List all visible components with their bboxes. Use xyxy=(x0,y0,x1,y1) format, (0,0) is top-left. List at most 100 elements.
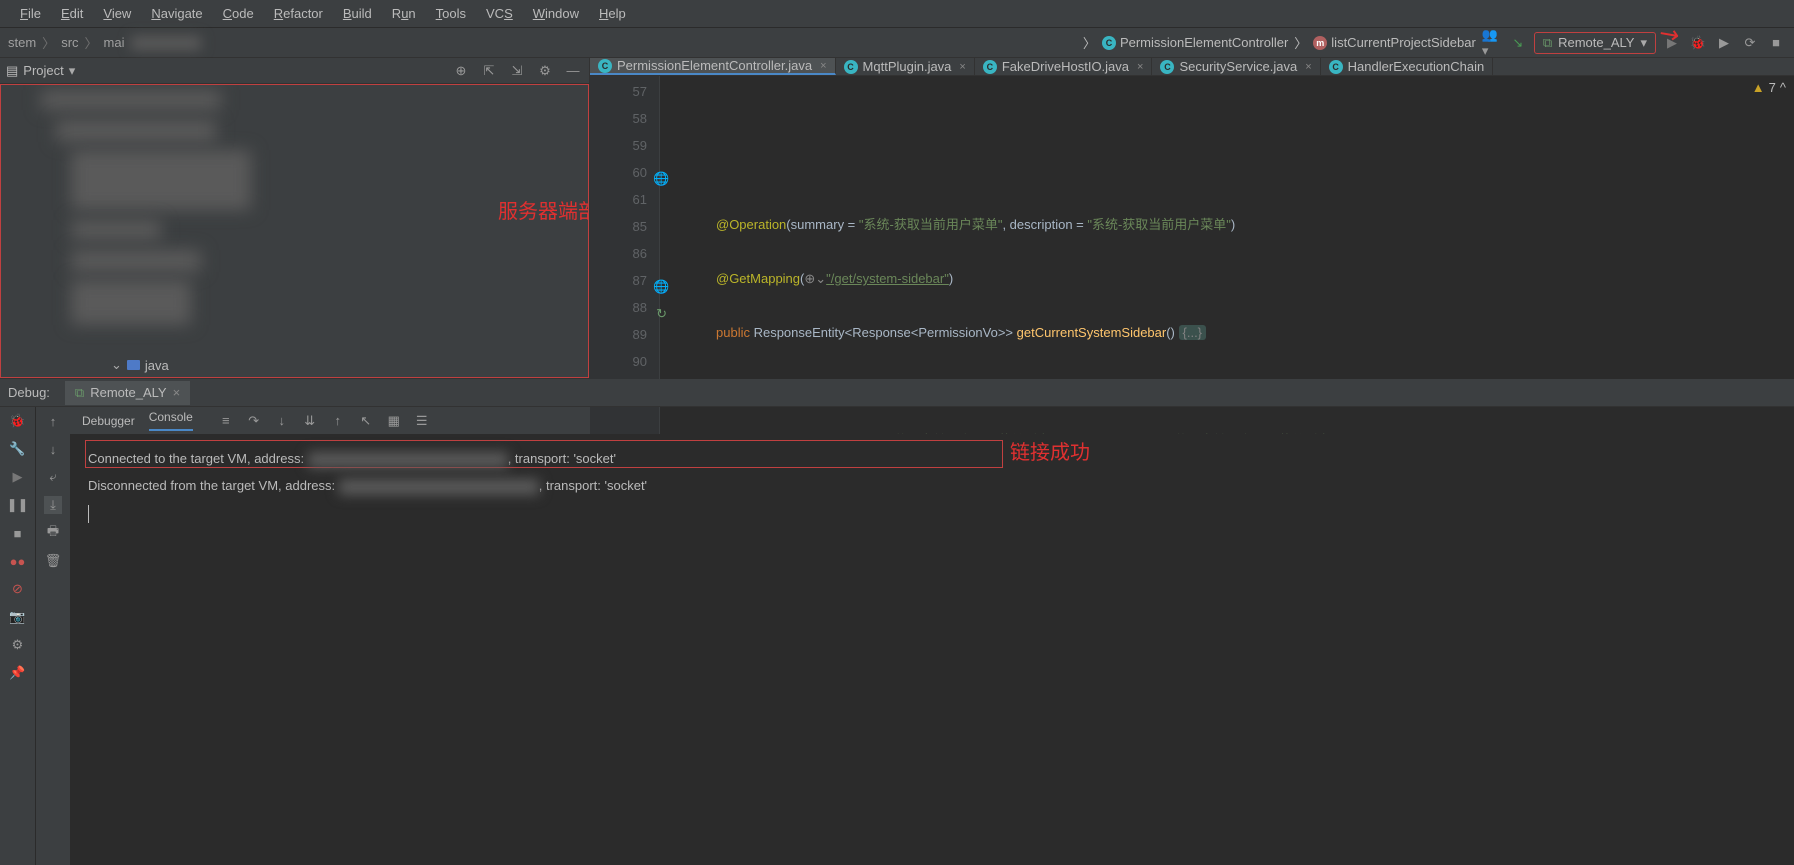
menu-run[interactable]: Run xyxy=(382,6,426,21)
soft-wrap-icon[interactable]: ⤶ xyxy=(44,468,62,486)
step-over-icon[interactable]: ≡ xyxy=(217,412,235,430)
modify-run-icon[interactable]: 🔧 xyxy=(9,440,27,458)
run-to-cursor-icon[interactable]: ▦ xyxy=(385,412,403,430)
tab-console[interactable]: Console xyxy=(149,410,193,431)
recursive-icon[interactable]: ↻ xyxy=(653,300,667,314)
project-header: ▤ Project ▾ ⊕ ⇱ ⇲ ⚙ — xyxy=(0,58,589,84)
main-content: ▤ Project ▾ ⊕ ⇱ ⇲ ⚙ — ⌄ java xyxy=(0,58,1794,378)
class-icon: C xyxy=(1329,60,1343,74)
debug-bug-icon[interactable]: 🐞 xyxy=(1688,33,1708,53)
debug-toolbar-left: 🐞 🔧 ▶ ❚❚ ■ ●● ⊘ 📷 ⚙ 📌 xyxy=(0,407,35,865)
step-into-icon[interactable]: ↷ xyxy=(245,412,263,430)
stop-icon[interactable]: ■ xyxy=(1766,33,1786,53)
users-icon[interactable]: 👥▾ xyxy=(1482,33,1502,53)
console-toolbar: ↑ ↓ ⤶ ⤓ 🖶 🗑 xyxy=(35,407,70,865)
console-output[interactable]: Connected to the target VM, address: , t… xyxy=(70,435,1794,865)
tab-fake-drive[interactable]: CFakeDriveHostIO.java× xyxy=(975,58,1153,75)
camera-icon[interactable]: 📷 xyxy=(9,608,27,626)
close-icon[interactable]: × xyxy=(1137,61,1143,73)
project-icon: ▤ xyxy=(6,63,18,79)
annotation-connect-ok: 链接成功 xyxy=(1010,440,1090,467)
tab-debugger[interactable]: Debugger xyxy=(82,414,135,428)
close-icon[interactable]: × xyxy=(173,385,181,400)
remote-icon: ⧉ xyxy=(75,385,84,401)
pause-icon[interactable]: ❚❚ xyxy=(9,496,27,514)
web-icon[interactable]: 🌐 xyxy=(653,273,667,287)
minimize-icon[interactable]: — xyxy=(563,61,583,81)
collapse-icon[interactable]: ⇱ xyxy=(479,61,499,81)
down-icon[interactable]: ↓ xyxy=(44,440,62,458)
settings-gear-icon[interactable]: ⚙ xyxy=(9,636,27,654)
menu-window[interactable]: Window xyxy=(523,6,589,21)
tab-permission-controller[interactable]: CPermissionElementController.java× xyxy=(590,58,836,75)
scroll-end-icon[interactable]: ⤓ xyxy=(44,496,62,514)
chevron-icon: ^ xyxy=(1780,80,1786,95)
chevron-down-icon: ⌄ xyxy=(111,357,122,373)
project-tree[interactable]: ⌄ java 服务器端部署的源代码 xyxy=(0,84,589,378)
step-into2-icon[interactable]: ↓ xyxy=(273,412,291,430)
print-icon[interactable]: 🖶 xyxy=(44,524,62,542)
debug-header: Debug: ⧉ Remote_ALY × xyxy=(0,379,1794,407)
menu-bar: File Edit View Navigate Code Refactor Bu… xyxy=(0,0,1794,28)
resume-icon[interactable]: ▶ xyxy=(9,468,27,486)
expand-icon[interactable]: ⇲ xyxy=(507,61,527,81)
warning-icon: ▲ xyxy=(1752,80,1765,95)
settings-gear-icon[interactable]: ⚙ xyxy=(535,61,555,81)
coverage-icon[interactable]: ▶ xyxy=(1714,33,1734,53)
clear-trash-icon[interactable]: 🗑 xyxy=(44,552,62,570)
up-icon[interactable]: ↑ xyxy=(44,412,62,430)
menu-vcs[interactable]: VCS xyxy=(476,6,523,21)
run-config-selector[interactable]: ⧉ Remote_ALY ▾ xyxy=(1534,32,1656,54)
menu-build[interactable]: Build xyxy=(333,6,382,21)
tab-mqtt-plugin[interactable]: CMqttPlugin.java× xyxy=(836,58,975,75)
menu-view[interactable]: View xyxy=(93,6,141,21)
menu-code[interactable]: Code xyxy=(213,6,264,21)
debug-label: Debug: xyxy=(8,385,50,400)
chevron-down-icon: ▾ xyxy=(69,63,76,79)
evaluate-icon[interactable]: ☰ xyxy=(413,412,431,430)
debug-session-tab[interactable]: ⧉ Remote_ALY × xyxy=(65,381,190,405)
drop-frame-icon[interactable]: ↖ xyxy=(357,412,375,430)
breadcrumb-item[interactable]: stem xyxy=(8,35,36,50)
nav-method[interactable]: mlistCurrentProjectSidebar xyxy=(1313,35,1476,50)
breadcrumb-item[interactable]: src xyxy=(61,35,78,50)
project-tool-button[interactable]: ▤ Project ▾ xyxy=(6,63,75,79)
menu-tools[interactable]: Tools xyxy=(426,6,476,21)
view-breakpoints-icon[interactable]: ●● xyxy=(9,552,27,570)
locate-icon[interactable]: ⊕ xyxy=(451,61,471,81)
pin-icon[interactable]: 📌 xyxy=(9,664,27,682)
step-out-icon[interactable]: ↑ xyxy=(329,412,347,430)
close-icon[interactable]: × xyxy=(959,61,965,73)
breadcrumb-item[interactable]: mai xyxy=(104,35,125,50)
editor-area: CPermissionElementController.java× CMqtt… xyxy=(590,58,1794,378)
breadcrumb: stem〉 src〉 mai xyxy=(8,33,201,52)
tree-item-java[interactable]: ⌄ java xyxy=(111,357,169,373)
menu-help[interactable]: Help xyxy=(589,6,636,21)
nav-class[interactable]: CPermissionElementController xyxy=(1102,35,1288,50)
menu-edit[interactable]: Edit xyxy=(51,6,93,21)
menu-file[interactable]: File xyxy=(10,6,51,21)
inspection-badge[interactable]: ▲ 7 ^ xyxy=(1752,80,1786,95)
build-hammer-icon[interactable]: ↘ xyxy=(1508,33,1528,53)
class-icon: C xyxy=(983,60,997,74)
force-step-icon[interactable]: ⇊ xyxy=(301,412,319,430)
web-icon[interactable]: 🌐 xyxy=(653,165,667,179)
class-icon: C xyxy=(1102,36,1116,50)
mute-breakpoints-icon[interactable]: ⊘ xyxy=(9,580,27,598)
menu-navigate[interactable]: Navigate xyxy=(141,6,212,21)
menu-refactor[interactable]: Refactor xyxy=(264,6,333,21)
remote-icon: ⧉ xyxy=(1543,35,1552,51)
stop-icon[interactable]: ■ xyxy=(9,524,27,542)
method-icon: m xyxy=(1313,36,1327,50)
debug-sub-tabs: Debugger Console ≡ ↷ ↓ ⇊ ↑ ↖ ▦ ☰ xyxy=(70,407,1794,435)
class-icon: C xyxy=(598,59,612,73)
folder-icon xyxy=(127,360,140,370)
debug-panel: Debug: ⧉ Remote_ALY × 🐞 🔧 ▶ ❚❚ ■ ●● ⊘ 📷 … xyxy=(0,378,1794,865)
tab-handler-chain[interactable]: CHandlerExecutionChain xyxy=(1321,58,1494,75)
close-icon[interactable]: × xyxy=(820,60,826,72)
tab-security-service[interactable]: CSecurityService.java× xyxy=(1152,58,1320,75)
rerun-bug-icon[interactable]: 🐞 xyxy=(9,412,27,430)
close-icon[interactable]: × xyxy=(1305,61,1311,73)
text-cursor xyxy=(88,505,89,523)
profile-icon[interactable]: ⟳ xyxy=(1740,33,1760,53)
